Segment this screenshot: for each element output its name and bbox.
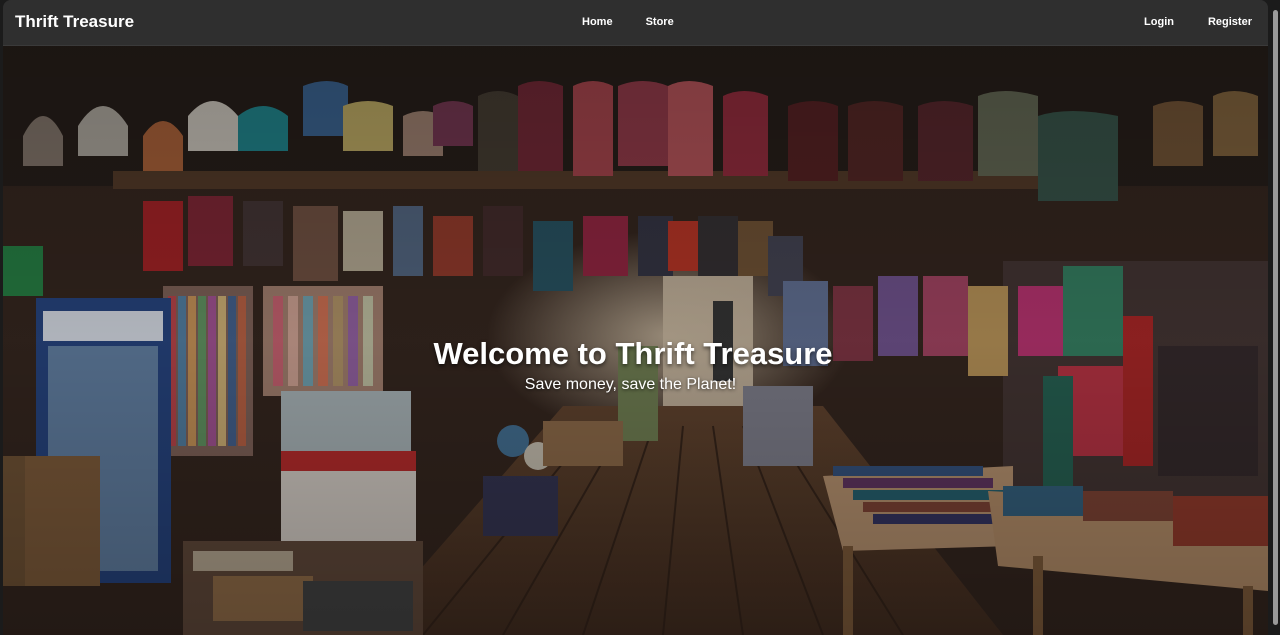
navbar: Thrift Treasure Home Store Login Registe… — [3, 0, 1268, 46]
hero-banner: Welcome to Thrift Treasure Save money, s… — [3, 46, 1268, 635]
hero-text-block: Welcome to Thrift Treasure Save money, s… — [3, 336, 1268, 394]
nav-home-link[interactable]: Home — [582, 16, 613, 28]
browser-page: Thrift Treasure Home Store Login Registe… — [3, 0, 1268, 635]
hero-title: Welcome to Thrift Treasure — [433, 336, 833, 371]
nav-login-link[interactable]: Login — [1144, 16, 1174, 28]
nav-store-link[interactable]: Store — [646, 16, 674, 28]
nav-auth-links: Login Register — [1144, 16, 1268, 28]
nav-main-links: Home Store — [582, 16, 674, 28]
hero-subtitle: Save money, save the Planet! — [524, 376, 737, 393]
nav-register-link[interactable]: Register — [1208, 16, 1252, 28]
scrollbar-thumb[interactable] — [1273, 10, 1278, 625]
brand-logo-link[interactable]: Thrift Treasure — [15, 12, 134, 32]
vertical-scrollbar[interactable] — [1271, 0, 1280, 635]
